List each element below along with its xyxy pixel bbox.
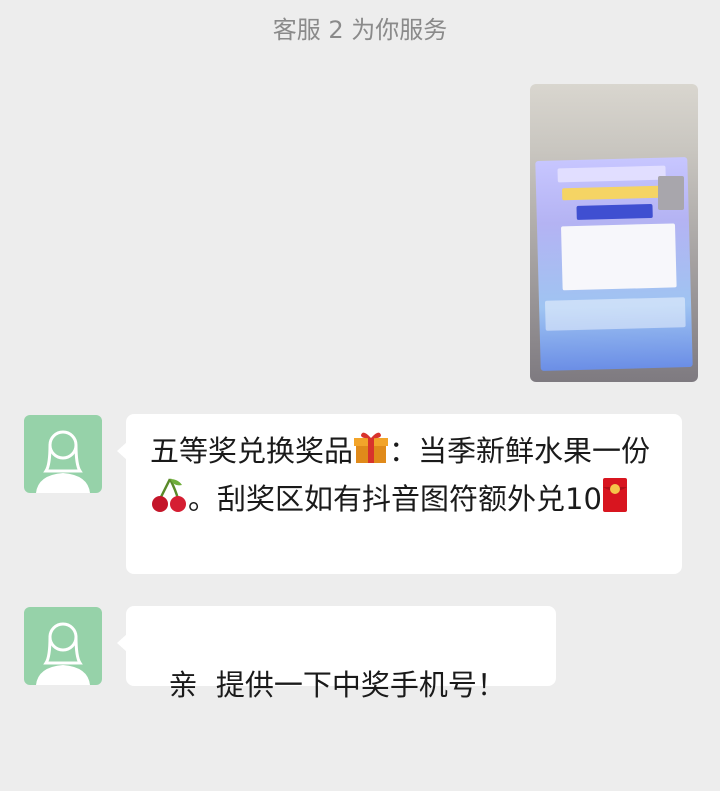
flyer-subtitle-block bbox=[562, 185, 663, 201]
photo-thumb-finger bbox=[658, 176, 684, 210]
cherry-icon bbox=[150, 477, 188, 525]
message-text: 亲 提供一下中奖手机号！ bbox=[168, 668, 506, 702]
gift-icon bbox=[353, 429, 389, 477]
flyer-fineprint bbox=[544, 297, 686, 331]
header-title: 客服 2 为你服务 bbox=[272, 16, 448, 44]
flyer-prize-grid bbox=[560, 223, 677, 291]
person-silhouette-icon bbox=[36, 622, 90, 685]
message-bubble[interactable]: 五等奖兑换奖品 ：当季新鲜水果一份。刮奖区如有抖音图符额外兑10 bbox=[117, 414, 682, 574]
flyer-band bbox=[576, 203, 653, 220]
person-silhouette-icon bbox=[36, 430, 90, 493]
message-text-part: 五等奖兑换奖品 bbox=[150, 434, 354, 468]
chat-header: 客服 2 为你服务 bbox=[0, 10, 720, 45]
flyer-title-block bbox=[557, 165, 666, 183]
agent-avatar[interactable] bbox=[24, 415, 102, 493]
message-text-part: ：当季新鲜水果一份 bbox=[389, 434, 651, 468]
message-bubble[interactable]: 亲 提供一下中奖手机号！ bbox=[117, 606, 556, 702]
message-text-part: 。刮奖区如有抖音图符额外兑10 bbox=[188, 482, 602, 516]
sent-photo[interactable] bbox=[530, 84, 698, 382]
red-envelope-icon bbox=[602, 477, 628, 525]
agent-avatar[interactable] bbox=[24, 607, 102, 685]
